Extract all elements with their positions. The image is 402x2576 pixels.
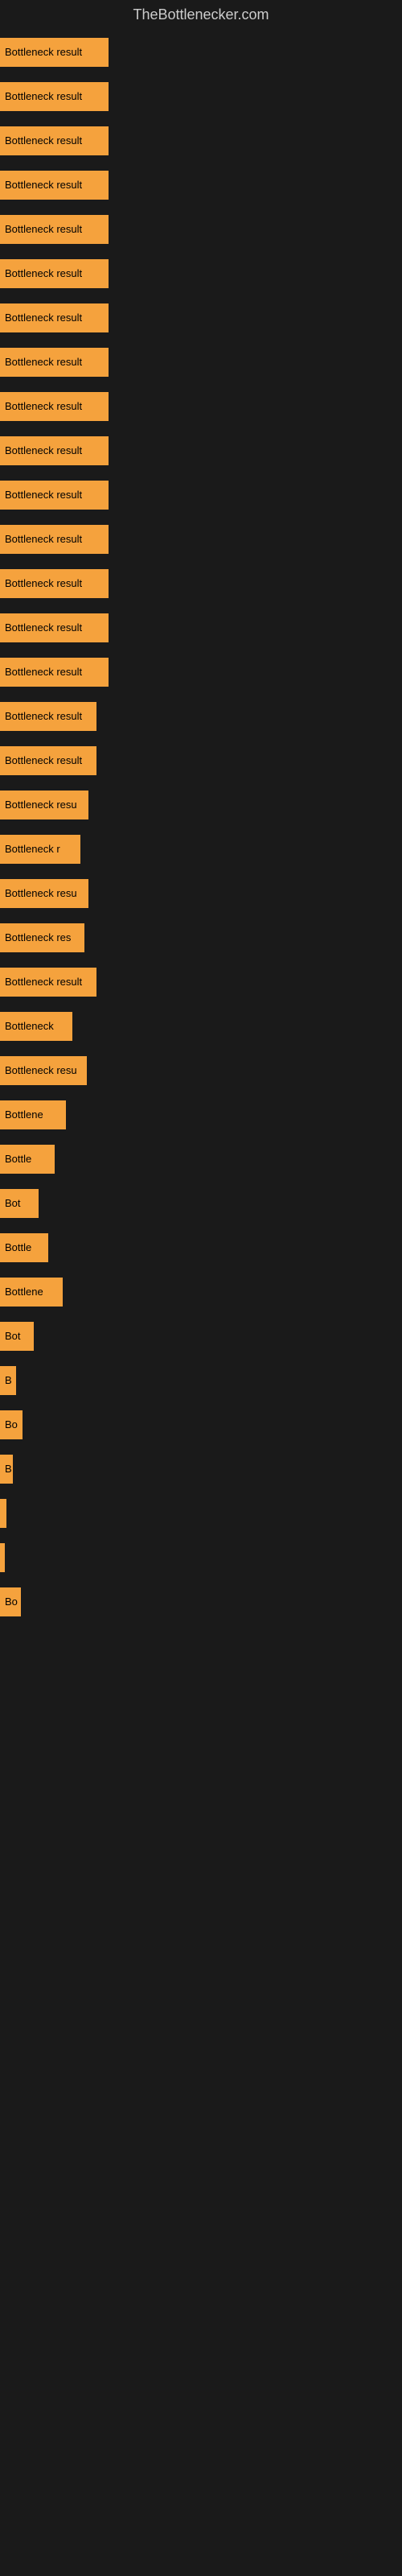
- bar-row: Bottlene: [0, 1092, 402, 1137]
- result-bar[interactable]: Bo: [0, 1410, 23, 1439]
- bar-row: Bottleneck resu: [0, 871, 402, 915]
- bar-row: Bot: [0, 1314, 402, 1358]
- result-bar[interactable]: [0, 1499, 6, 1528]
- bar-row: Bottleneck result: [0, 251, 402, 295]
- result-bar[interactable]: [0, 1543, 5, 1572]
- bar-row: Bottleneck result: [0, 738, 402, 782]
- bar-row: Bottleneck result: [0, 74, 402, 118]
- bar-row: [0, 1491, 402, 1535]
- bar-row: Bottle: [0, 1225, 402, 1269]
- bar-row: [0, 1535, 402, 1579]
- result-bar[interactable]: Bot: [0, 1322, 34, 1351]
- site-title: TheBottlenecker.com: [0, 0, 402, 30]
- result-bar[interactable]: Bottleneck: [0, 1012, 72, 1041]
- result-bar[interactable]: Bottleneck result: [0, 126, 109, 155]
- result-bar[interactable]: B: [0, 1366, 16, 1395]
- bar-row: Bottleneck res: [0, 915, 402, 960]
- result-bar[interactable]: Bottleneck result: [0, 968, 96, 997]
- result-bar[interactable]: Bottleneck resu: [0, 791, 88, 819]
- result-bar[interactable]: Bottle: [0, 1145, 55, 1174]
- bar-row: Bottle: [0, 1137, 402, 1181]
- site-title-wrapper: TheBottlenecker.com: [0, 0, 402, 30]
- result-bar[interactable]: Bot: [0, 1189, 39, 1218]
- result-bar[interactable]: Bottleneck result: [0, 259, 109, 288]
- result-bar[interactable]: Bottleneck result: [0, 658, 109, 687]
- result-bar[interactable]: Bottleneck result: [0, 392, 109, 421]
- result-bar[interactable]: Bottleneck result: [0, 38, 109, 67]
- bar-row: Bottleneck: [0, 1004, 402, 1048]
- bars-container: Bottleneck result Bottleneck result Bottle…: [0, 30, 402, 1624]
- result-bar[interactable]: Bottleneck result: [0, 569, 109, 598]
- result-bar[interactable]: Bottlene: [0, 1100, 66, 1129]
- result-bar[interactable]: Bottleneck r: [0, 835, 80, 864]
- bar-row: Bottleneck result: [0, 605, 402, 650]
- result-bar[interactable]: Bottleneck resu: [0, 1056, 87, 1085]
- result-bar[interactable]: Bottleneck result: [0, 746, 96, 775]
- result-bar[interactable]: Bottleneck result: [0, 481, 109, 510]
- bar-row: Bottleneck result: [0, 561, 402, 605]
- bar-row: Bottleneck result: [0, 340, 402, 384]
- result-bar[interactable]: Bottleneck result: [0, 215, 109, 244]
- result-bar[interactable]: Bottleneck result: [0, 348, 109, 377]
- bar-row: B: [0, 1447, 402, 1491]
- bar-row: B: [0, 1358, 402, 1402]
- bar-row: Bottleneck result: [0, 118, 402, 163]
- result-bar[interactable]: Bottleneck result: [0, 171, 109, 200]
- result-bar[interactable]: Bottleneck result: [0, 525, 109, 554]
- result-bar[interactable]: Bottleneck result: [0, 303, 109, 332]
- result-bar[interactable]: B: [0, 1455, 13, 1484]
- result-bar[interactable]: Bottle: [0, 1233, 48, 1262]
- bar-row: Bottleneck result: [0, 295, 402, 340]
- bar-row: Bottleneck result: [0, 428, 402, 473]
- result-bar[interactable]: Bottleneck resu: [0, 879, 88, 908]
- bar-row: Bottleneck result: [0, 650, 402, 694]
- bar-row: Bottleneck result: [0, 30, 402, 74]
- bar-row: Bottleneck result: [0, 163, 402, 207]
- result-bar[interactable]: Bottleneck res: [0, 923, 84, 952]
- bar-row: Bottleneck result: [0, 694, 402, 738]
- result-bar[interactable]: Bottleneck result: [0, 702, 96, 731]
- result-bar[interactable]: Bottleneck result: [0, 436, 109, 465]
- bar-row: Bottleneck result: [0, 960, 402, 1004]
- bar-row: Bo: [0, 1402, 402, 1447]
- bar-row: Bottleneck result: [0, 207, 402, 251]
- bar-row: Bot: [0, 1181, 402, 1225]
- bar-row: Bottleneck resu: [0, 782, 402, 827]
- bar-row: Bottleneck result: [0, 473, 402, 517]
- bar-row: Bottleneck result: [0, 517, 402, 561]
- bar-row: Bottleneck result: [0, 384, 402, 428]
- bar-row: Bottleneck r: [0, 827, 402, 871]
- result-bar[interactable]: Bottleneck result: [0, 613, 109, 642]
- bar-row: Bottleneck resu: [0, 1048, 402, 1092]
- result-bar[interactable]: Bo: [0, 1587, 21, 1616]
- bar-row: Bottlene: [0, 1269, 402, 1314]
- result-bar[interactable]: Bottleneck result: [0, 82, 109, 111]
- bar-row: Bo: [0, 1579, 402, 1624]
- result-bar[interactable]: Bottlene: [0, 1278, 63, 1307]
